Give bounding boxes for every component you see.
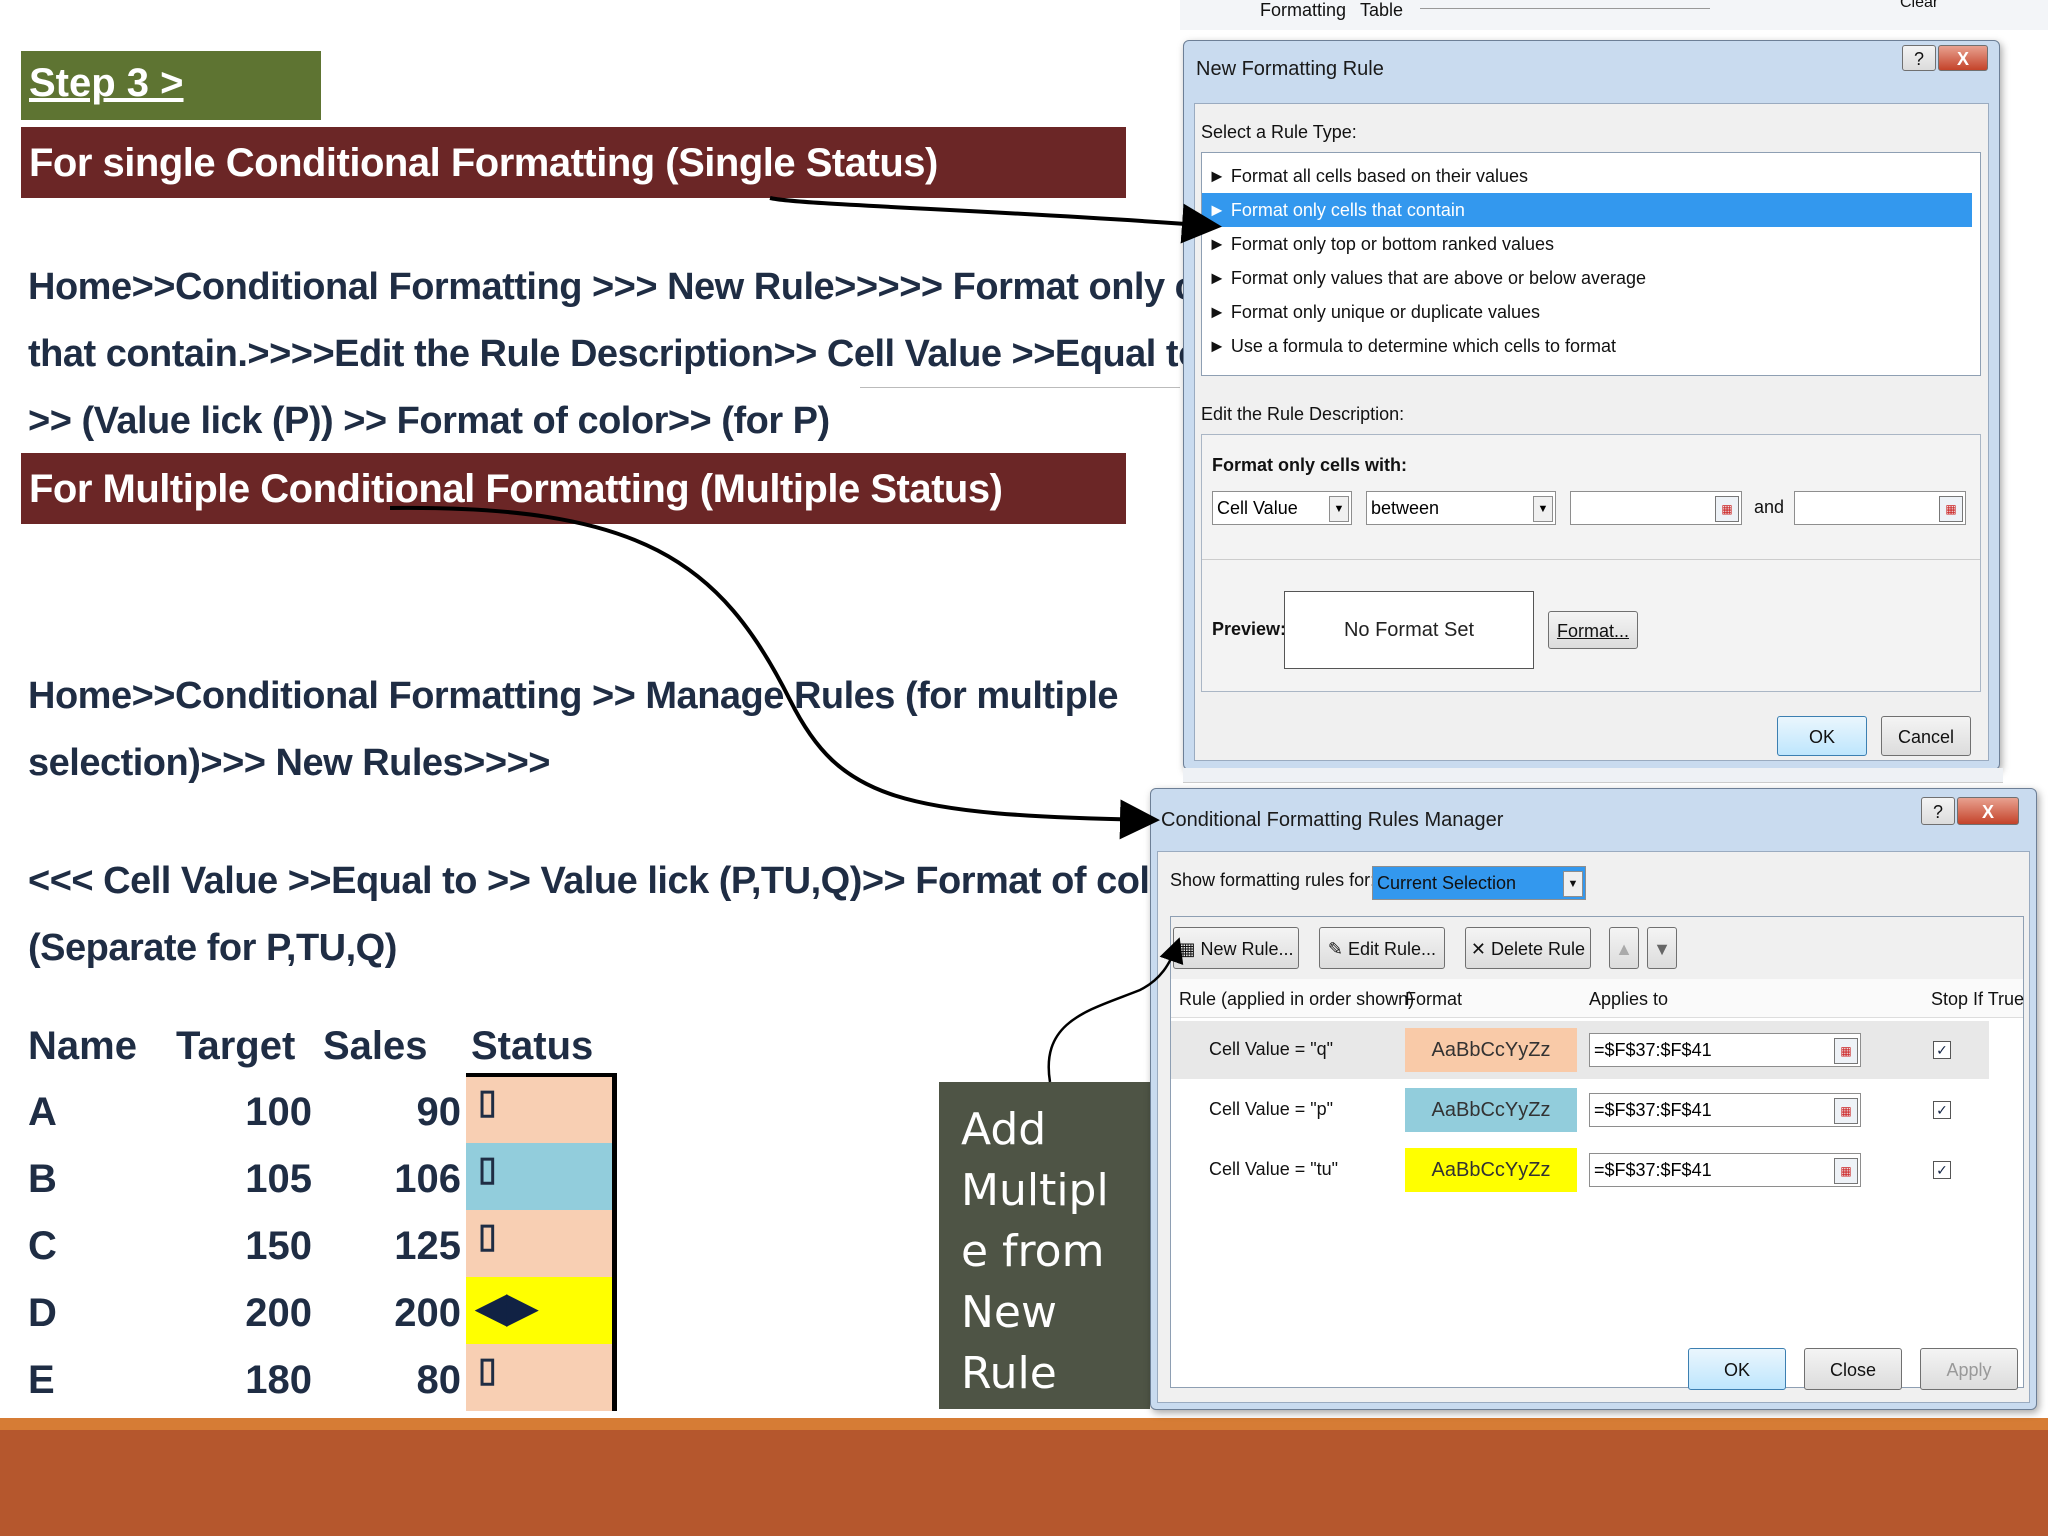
arrow-multiple-to-manager [389,505,1160,840]
arrow-single-to-rule-type [769,196,1222,244]
arrow-callout-to-new-rule [1047,937,1184,1083]
connector-arrows [389,196,1222,1083]
